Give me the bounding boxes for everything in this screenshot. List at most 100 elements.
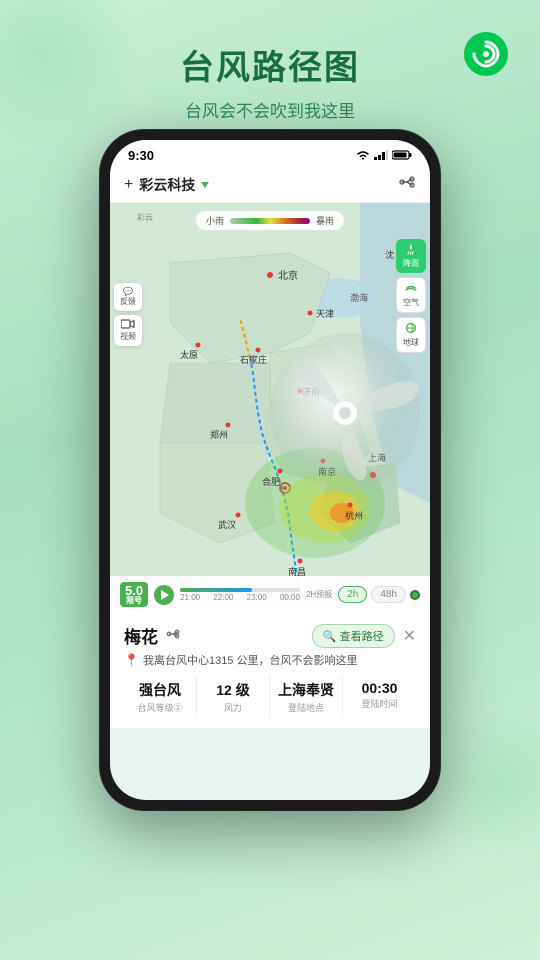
phone-screen: 9:30 [110,140,430,800]
svg-text:渤海: 渤海 [350,292,368,303]
svg-text:郑州: 郑州 [210,429,228,440]
app-topbar: + 彩云科技 [110,167,430,203]
bg-decoration-2 [430,710,540,860]
location-dropdown-icon[interactable] [201,182,209,188]
feedback-label: 反馈 [120,296,136,307]
header: 台风路径图 台风会不会吹到我这里 [0,0,540,138]
svg-text:沈: 沈 [385,249,394,260]
topbar-left: + 彩云科技 [124,175,398,195]
stat-wind-value: 12 级 [197,680,269,700]
timeline-top-row: 5.0 限号 21:00 [120,582,420,607]
48h-btn[interactable]: 48h [371,586,406,603]
stat-level: 强台风 台风等级② [124,676,197,718]
time-3: 23:00 [247,593,267,602]
earth-mode-btn[interactable]: 地球 [396,317,426,353]
time-2: 22:00 [213,593,233,602]
rain-btn-label: 降雨 [403,258,419,269]
typhoon-stats: 强台风 台风等级② 12 级 风力 上海奉贤 登陆地点 00:30 登陆时间 [124,676,416,718]
map-timeline: 5.0 限号 21:00 [110,576,430,613]
earth-icon [405,322,417,336]
stat-level-label: 台风等级② [124,701,196,714]
route-icon: 🔍 [323,631,337,643]
page-title: 台风路径图 [20,40,520,89]
status-bar: 9:30 [110,140,430,167]
forecast-label-area: 2H预报 [306,589,332,600]
stat-wind: 12 级 风力 [197,676,270,718]
location-info: 📍 我离台风中心1315 公里，台风不会影响这里 [124,652,416,668]
svg-text:杭州: 杭州 [345,510,363,521]
timeline-progress [180,588,252,592]
map-area[interactable]: 北京 天津 渤海 沈 太原 石家庄 济南 [110,203,430,613]
app-logo [462,30,510,78]
speed-badge: 5.0 限号 [120,582,148,607]
feedback-icon: 💬 [123,287,133,296]
timeline-bar [180,588,300,592]
stat-time-label: 登陆时间 [343,697,416,710]
info-actions: 🔍 查看路径 ✕ [312,624,416,648]
stat-location-value: 上海奉贤 [270,680,342,700]
add-location-icon[interactable]: + [124,176,133,194]
speed-info: 5.0 限号 [120,582,148,607]
rain-max-label: 暴雨 [316,214,334,227]
video-icon [121,322,135,331]
time-4: 00:00 [280,593,300,602]
close-button[interactable]: ✕ [403,626,416,646]
svg-text:济南: 济南 [302,386,320,397]
share-icon[interactable] [398,173,416,196]
battery-icon [392,148,412,163]
stat-wind-label: 风力 [197,701,269,714]
2h-btn[interactable]: 2h [338,586,367,603]
status-icons [356,148,412,163]
map-left-sidebar: 💬 反馈 视频 [114,283,142,346]
stat-level-value: 强台风 [124,680,196,700]
typhoon-info-panel: 梅花 🔍 [110,613,430,728]
stat-location-label: 登陆地点 [270,701,342,714]
time-1: 21:00 [180,593,200,602]
route-btn-label: 查看路径 [340,631,384,643]
svg-text:合肥: 合肥 [262,476,280,487]
video-label: 视频 [120,331,136,342]
time-buttons: 2h 48h [338,586,420,603]
map-right-sidebar: 降雨 空气 [396,239,426,353]
play-button[interactable] [154,585,174,605]
stat-time: 00:30 登陆时间 [343,676,416,718]
share-small-icon[interactable] [166,627,180,644]
route-button[interactable]: 🔍 查看路径 [312,624,395,648]
wifi-icon [356,148,370,163]
stat-location: 上海奉贤 登陆地点 [270,676,343,718]
svg-text:北京: 北京 [278,269,298,282]
timeline-track[interactable]: 21:00 22:00 23:00 00:00 [180,588,300,602]
live-indicator [410,590,420,600]
video-btn[interactable]: 视频 [114,315,142,346]
page-subtitle: 台风会不会吹到我这里 [20,97,520,122]
earth-btn-label: 地球 [403,337,419,348]
location-pin-icon: 📍 [124,653,139,667]
typhoon-name-area: 梅花 [124,623,180,648]
legend-gradient-bar [230,218,310,224]
location-label[interactable]: 彩云科技 [139,175,195,195]
rain-legend: 小雨 暴雨 [196,211,344,230]
svg-text:武汉: 武汉 [218,519,236,530]
phone-frame: 9:30 [100,130,440,810]
location-description: 我离台风中心1315 公里，台风不会影响这里 [143,652,358,668]
map-svg: 北京 天津 渤海 沈 太原 石家庄 济南 [110,203,430,613]
play-triangle-icon [161,590,169,600]
svg-text:天津: 天津 [316,309,334,319]
info-header: 梅花 🔍 [124,623,416,648]
svg-text:上海: 上海 [368,452,386,463]
phone-mockup: 9:30 [100,130,440,810]
feedback-btn[interactable]: 💬 反馈 [114,283,142,311]
rain-icon [405,243,417,257]
timeline-times: 21:00 22:00 23:00 00:00 [180,593,300,602]
stat-time-value: 00:30 [343,680,416,696]
air-icon [405,282,417,296]
air-mode-btn[interactable]: 空气 [396,277,426,313]
rain-min-label: 小雨 [206,214,224,227]
rain-mode-btn[interactable]: 降雨 [396,239,426,273]
svg-text:南京: 南京 [318,466,336,477]
svg-text:太原: 太原 [180,349,198,360]
svg-text:彩云: 彩云 [137,212,153,222]
signal-icon [374,148,388,163]
status-time: 9:30 [128,148,154,163]
typhoon-name: 梅花 [124,623,158,648]
